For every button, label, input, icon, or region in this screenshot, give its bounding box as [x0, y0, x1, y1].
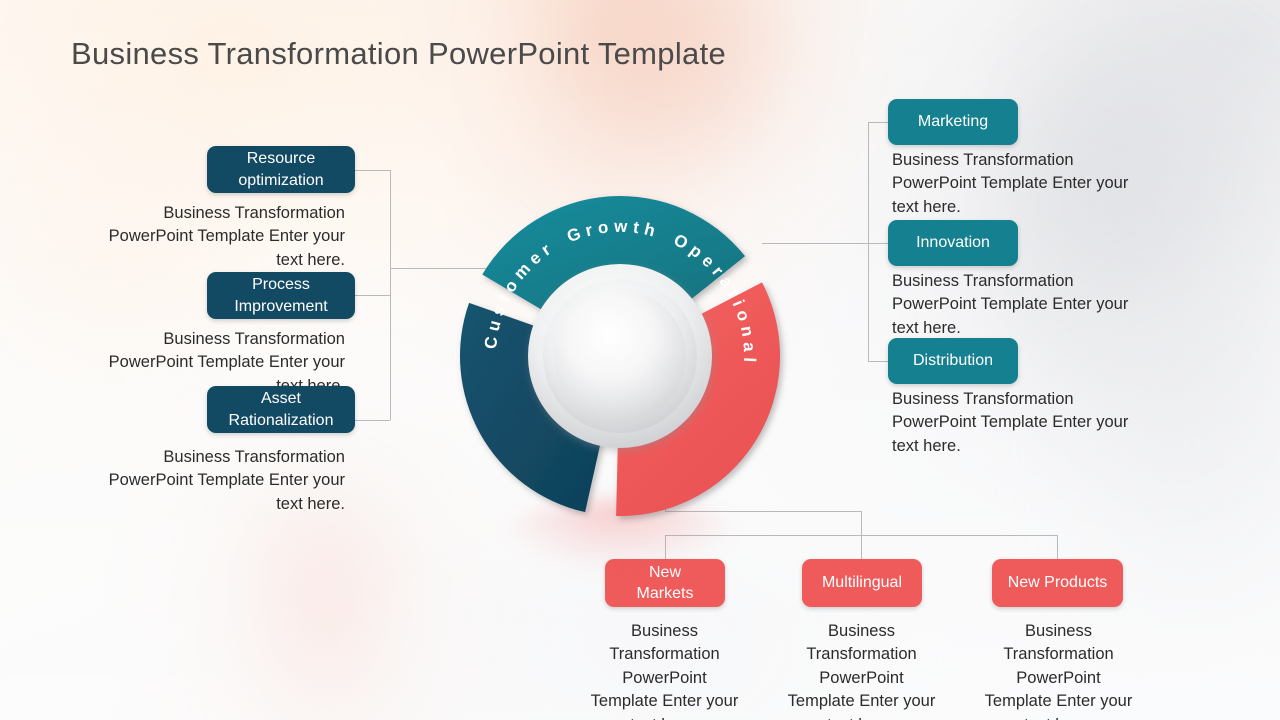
- background-blob-pink-figure: [255, 500, 395, 720]
- slide-canvas: Business Transformation PowerPoint Templ…: [0, 0, 1280, 720]
- background-blob-pink-top: [520, 0, 820, 170]
- bottom-item-1-text: Business Transformation PowerPoint Templ…: [590, 622, 739, 720]
- connector-left-stub-1: [355, 170, 390, 171]
- left-item-3-text: Business Transformation PowerPoint Templ…: [108, 448, 345, 513]
- connector-bottom-spine: [665, 535, 1058, 536]
- right-item-2-label: Innovation: [916, 234, 990, 252]
- left-item-1-text: Business Transformation PowerPoint Templ…: [108, 204, 345, 269]
- right-item-3-pill[interactable]: Distribution: [888, 338, 1018, 384]
- right-item-1-text: Business Transformation PowerPoint Templ…: [892, 151, 1129, 216]
- right-item-2-text: Business Transformation PowerPoint Templ…: [892, 272, 1129, 337]
- left-item-3-label: Asset Rationalization: [228, 390, 334, 429]
- connector-right-stub-2: [868, 243, 890, 244]
- connector-bottom-drop-2: [861, 535, 862, 559]
- connector-left-stub-2: [355, 295, 390, 296]
- connector-right-stub-3: [868, 361, 890, 362]
- connector-right-stub-1: [868, 122, 890, 123]
- bottom-item-1-pill[interactable]: New Markets: [605, 559, 725, 607]
- connector-bottom-drop-3: [1057, 535, 1058, 559]
- bottom-item-3-text: Business Transformation PowerPoint Templ…: [984, 622, 1133, 720]
- connector-left-stub-3: [355, 420, 390, 421]
- connector-left-spine: [390, 170, 391, 420]
- right-item-3-text: Business Transformation PowerPoint Templ…: [892, 390, 1129, 455]
- bottom-item-2-pill[interactable]: Multilingual: [802, 559, 922, 607]
- bottom-item-2-label: Multilingual: [821, 574, 903, 592]
- left-item-2-label: Process Improvement: [234, 276, 328, 315]
- left-item-1-pill[interactable]: Resource optimization: [207, 146, 355, 193]
- left-item-2-pill[interactable]: Process Improvement: [207, 272, 355, 319]
- left-item-1-label: Resource optimization: [238, 150, 324, 189]
- bottom-item-3-pill[interactable]: New Products: [992, 559, 1123, 607]
- bottom-item-2-text: Business Transformation PowerPoint Templ…: [787, 622, 936, 720]
- connector-bottom-drop-1: [665, 535, 666, 559]
- right-item-1-pill[interactable]: Marketing: [888, 99, 1018, 145]
- bottom-item-3-label: New Products: [1007, 574, 1108, 592]
- right-item-2-pill[interactable]: Innovation: [888, 220, 1018, 266]
- page-title: Business Transformation PowerPoint Templ…: [71, 36, 727, 71]
- segmented-wheel-diagram: Growth Customer Operational: [459, 196, 780, 516]
- wheel-hub: [528, 264, 712, 448]
- connector-bottom-drop-center: [861, 511, 862, 536]
- right-item-1-label: Marketing: [917, 113, 989, 131]
- connector-right-spine: [868, 122, 869, 361]
- left-item-3-pill[interactable]: Asset Rationalization: [207, 386, 355, 433]
- right-item-3-label: Distribution: [912, 352, 994, 370]
- bottom-item-1-label: New Markets: [636, 563, 694, 602]
